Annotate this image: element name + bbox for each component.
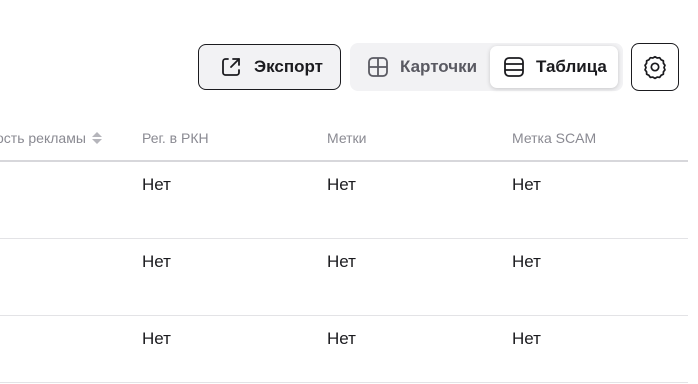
export-icon [219, 55, 243, 79]
column-header-reg-rkn: Рег. в РКН [142, 130, 209, 146]
cell-tags: Нет [327, 252, 356, 271]
export-button[interactable]: Экспорт [198, 44, 341, 90]
view-table-button[interactable]: Таблица [490, 46, 618, 88]
cell-reg-rkn: Нет [142, 175, 171, 194]
view-cards-button[interactable]: Карточки [356, 47, 490, 87]
cell-tags: Нет [327, 329, 356, 348]
settings-button[interactable] [631, 43, 679, 91]
view-table-label: Таблица [536, 57, 607, 76]
cell-reg-rkn: Нет [142, 329, 171, 348]
column-header-label: ость рекламы [0, 130, 86, 146]
cell-reg-rkn: Нет [142, 252, 171, 271]
cell-tags: Нет [327, 175, 356, 194]
cell-scam: Нет [512, 329, 541, 348]
view-toggle: Карточки Таблица [350, 43, 623, 91]
column-header-tags: Метки [327, 130, 367, 146]
cell-scam: Нет [512, 175, 541, 194]
gear-icon [642, 54, 668, 80]
export-label: Экспорт [254, 57, 323, 76]
row-divider [0, 315, 688, 316]
view-cards-label: Карточки [400, 57, 478, 76]
table-rows-icon [502, 55, 526, 79]
sort-icon[interactable] [91, 132, 102, 144]
row-divider [0, 382, 688, 383]
row-divider [0, 238, 688, 239]
column-header-ad-status[interactable]: ость рекламы [0, 130, 102, 146]
column-header-scam: Метка SCAM [512, 130, 597, 146]
grid-icon [366, 55, 390, 79]
header-divider [0, 160, 688, 162]
cell-scam: Нет [512, 252, 541, 271]
